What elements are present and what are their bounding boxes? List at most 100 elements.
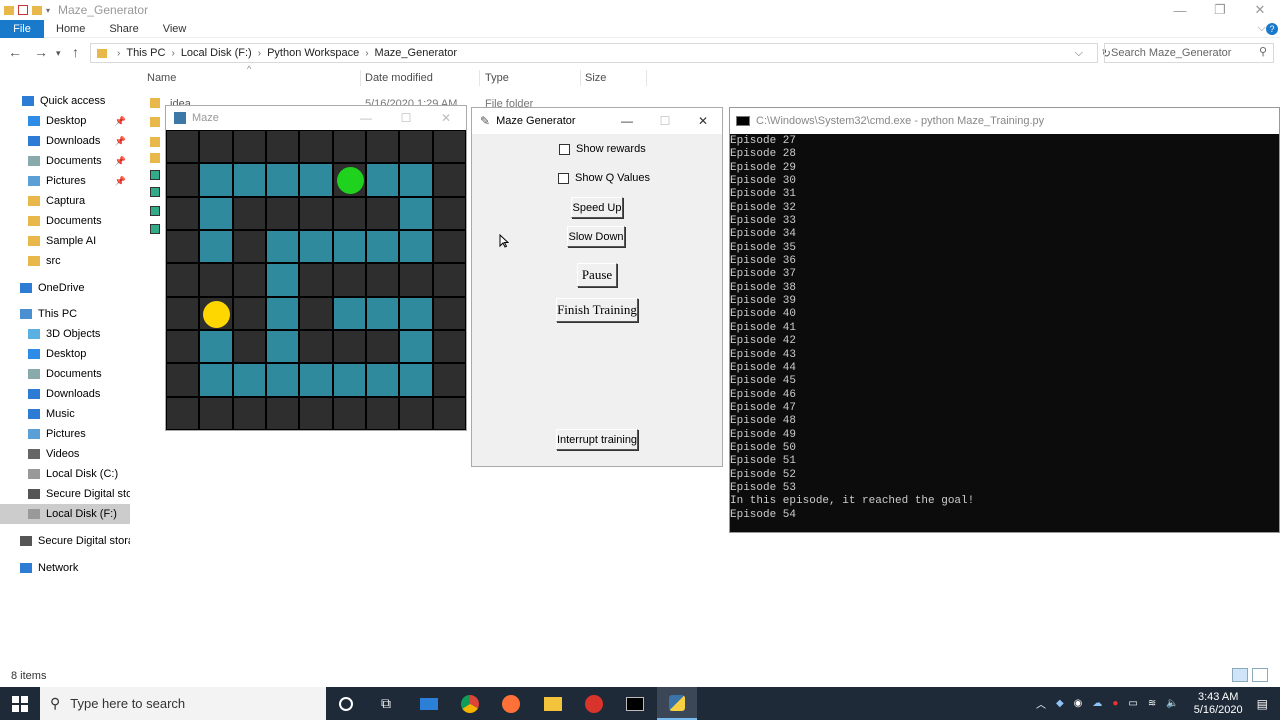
nav-item[interactable]: Sample AI	[0, 231, 130, 251]
nav-item[interactable]: Documents	[0, 364, 130, 384]
nav-item[interactable]: This PC	[0, 304, 130, 324]
nav-item[interactable]: src	[0, 251, 130, 271]
cmd-taskbar-icon[interactable]	[615, 687, 655, 720]
back-arrow-icon[interactable]: ←	[8, 44, 22, 60]
column-header-name[interactable]: Name	[147, 72, 176, 84]
chevron-down-icon[interactable]: ⌵	[1075, 47, 1083, 60]
tab-file[interactable]: File	[0, 19, 44, 38]
close-button[interactable]: ✕	[1240, 0, 1280, 20]
dropbox-icon[interactable]: ◆	[1056, 698, 1064, 709]
python-file-icon[interactable]	[150, 224, 160, 234]
address-bar[interactable]: › This PC › Local Disk (F:) › Python Wor…	[90, 43, 1111, 63]
nav-item[interactable]: Captura	[0, 191, 130, 211]
column-divider[interactable]	[580, 70, 581, 86]
slow-down-button[interactable]: Slow Down	[567, 226, 625, 247]
cortana-icon[interactable]	[326, 687, 366, 720]
nav-item[interactable]: Documents	[0, 211, 130, 231]
wifi-icon[interactable]: ≋	[1148, 698, 1156, 709]
finish-training-button[interactable]: Finish Training	[556, 298, 638, 322]
discord-icon[interactable]: ◉	[1074, 698, 1083, 709]
nav-item[interactable]: Videos	[0, 444, 130, 464]
nav-item[interactable]: Desktop	[0, 344, 130, 364]
folder-icon[interactable]	[150, 117, 160, 127]
python-file-icon[interactable]	[150, 170, 160, 180]
show-rewards-checkbox[interactable]: Show rewards	[559, 143, 646, 155]
taskbar-search-box[interactable]: ⚲ Type here to search	[40, 687, 326, 720]
column-header-type[interactable]: Type	[485, 72, 509, 84]
windows-start-button[interactable]	[0, 687, 40, 720]
close-button[interactable]: ✕	[426, 106, 466, 130]
expand-ribbon-icon[interactable]: ⌵	[1258, 22, 1266, 35]
minimize-button[interactable]: —	[1160, 0, 1200, 20]
volume-icon[interactable]: 🔈	[1166, 698, 1178, 709]
nav-item[interactable]: Music	[0, 404, 130, 424]
nav-item[interactable]: Pictures	[0, 424, 130, 444]
folder-icon[interactable]	[150, 137, 160, 147]
breadcrumb-this-pc[interactable]: This PC	[126, 47, 165, 59]
nav-item[interactable]: Network	[0, 558, 130, 578]
python-file-icon[interactable]	[150, 206, 160, 216]
pause-button[interactable]: Pause	[577, 263, 617, 287]
nav-item[interactable]: Secure Digital stora	[0, 484, 130, 504]
folder-icon[interactable]	[150, 153, 160, 163]
nav-item[interactable]: Downloads 📌	[0, 131, 130, 151]
search-input[interactable]: Search Maze_Generator ⚲	[1104, 43, 1274, 63]
nav-item[interactable]: Pictures 📌	[0, 171, 130, 191]
column-divider[interactable]	[360, 70, 361, 86]
speed-up-button[interactable]: Speed Up	[571, 197, 623, 218]
nav-item[interactable]: Secure Digital storag	[0, 531, 130, 551]
nav-item[interactable]: Desktop 📌	[0, 111, 130, 131]
help-icon[interactable]: ?	[1266, 23, 1278, 35]
python-taskbar-icon[interactable]	[657, 687, 697, 720]
minimize-button[interactable]: —	[608, 108, 646, 134]
tab-home[interactable]: Home	[44, 20, 97, 38]
chrome-icon[interactable]	[450, 687, 490, 720]
record-icon[interactable]: ●	[1112, 698, 1118, 709]
details-view-icon[interactable]	[1232, 668, 1248, 682]
file-explorer-icon[interactable]	[533, 687, 573, 720]
close-button[interactable]: ✕	[684, 108, 722, 134]
firefox-icon[interactable]	[491, 687, 531, 720]
nav-item[interactable]: Local Disk (F:)	[0, 504, 130, 524]
folder-icon[interactable]	[150, 98, 160, 108]
column-divider[interactable]	[646, 70, 647, 86]
large-icons-view-icon[interactable]	[1252, 668, 1268, 682]
column-header-date-modified[interactable]: Date modified	[365, 72, 433, 84]
up-arrow-icon[interactable]: ↑	[72, 44, 79, 60]
mail-icon[interactable]	[409, 687, 449, 720]
notifications-icon[interactable]: ▤	[1257, 697, 1268, 711]
interrupt-training-button[interactable]: Interrupt training	[556, 429, 638, 450]
breadcrumb-local-disk[interactable]: Local Disk (F:)	[181, 47, 252, 59]
forward-arrow-icon[interactable]: →	[34, 44, 48, 60]
chevron-down-icon[interactable]: ▾	[46, 6, 50, 15]
chevron-up-icon[interactable]: ︿	[1036, 696, 1046, 711]
maximize-button[interactable]: ❐	[1200, 0, 1240, 20]
taskbar-clock[interactable]: 3:43 AM 5/16/2020	[1194, 691, 1243, 717]
nav-item[interactable]: Documents 📌	[0, 151, 130, 171]
recorder-icon[interactable]	[574, 687, 614, 720]
checkbox-box[interactable]	[558, 172, 569, 184]
nav-item[interactable]: 3D Objects	[0, 324, 130, 344]
tab-share[interactable]: Share	[97, 20, 150, 38]
tab-view[interactable]: View	[151, 20, 199, 38]
nav-item[interactable]: Local Disk (C:)	[0, 464, 130, 484]
column-header-size[interactable]: Size	[585, 72, 606, 84]
column-divider[interactable]	[479, 70, 480, 86]
maze-path-cell	[265, 163, 300, 197]
recent-locations-icon[interactable]: ▾	[56, 48, 61, 59]
maximize-button[interactable]: ☐	[386, 106, 426, 130]
checkbox-box[interactable]	[559, 143, 570, 155]
new-folder-icon[interactable]	[32, 5, 42, 15]
breadcrumb-python-workspace[interactable]: Python Workspace	[267, 47, 359, 59]
battery-icon[interactable]: ▭	[1128, 698, 1137, 709]
nav-item[interactable]: OneDrive	[0, 278, 130, 298]
properties-icon[interactable]	[18, 5, 28, 15]
task-view-icon[interactable]: ⧉	[366, 687, 406, 720]
breadcrumb-maze-generator[interactable]: Maze_Generator	[375, 47, 458, 59]
show-q-values-checkbox[interactable]: Show Q Values	[558, 172, 650, 184]
cloud-icon[interactable]: ☁	[1092, 698, 1102, 709]
minimize-button[interactable]: —	[346, 106, 386, 130]
nav-item[interactable]: Downloads	[0, 384, 130, 404]
nav-item[interactable]: Quick access	[0, 91, 130, 111]
python-file-icon[interactable]	[150, 187, 160, 197]
